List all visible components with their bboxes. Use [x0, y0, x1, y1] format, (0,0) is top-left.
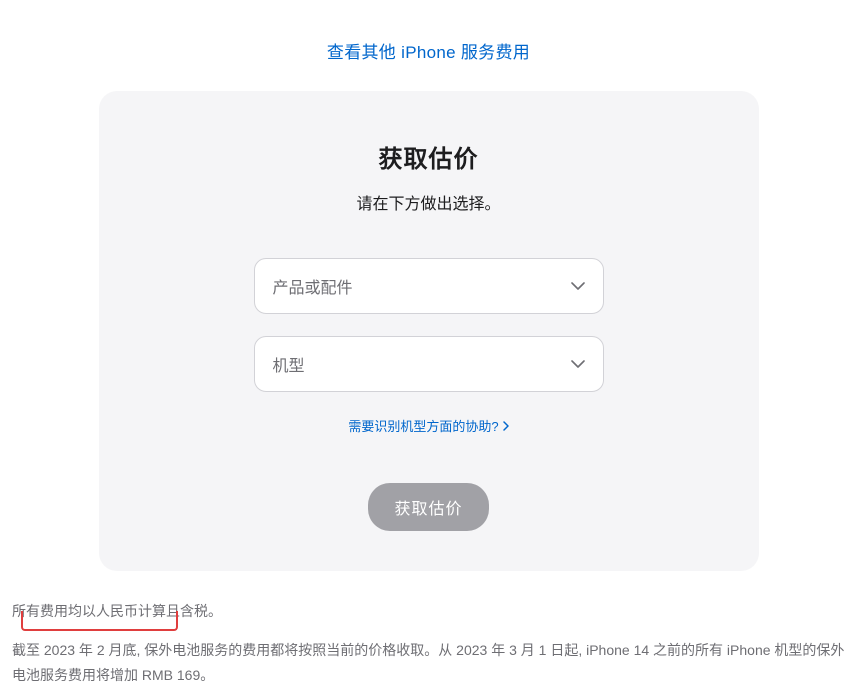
chevron-down-icon	[571, 279, 585, 293]
estimate-card: 获取估价 请在下方做出选择。 产品或配件 机型 需要识别机型方面的协助? 获取估…	[99, 91, 759, 571]
chevron-down-icon	[571, 357, 585, 371]
identify-model-help-link[interactable]: 需要识别机型方面的协助?	[348, 416, 508, 435]
footer-line-2: 截至 2023 年 2 月底, 保外电池服务的费用都将按照当前的价格收取。从 2…	[12, 638, 845, 688]
product-select-placeholder: 产品或配件	[273, 274, 353, 298]
model-select[interactable]: 机型	[254, 336, 604, 392]
chevron-right-icon	[503, 421, 509, 431]
model-select-placeholder: 机型	[273, 352, 305, 376]
other-service-fees-link[interactable]: 查看其他 iPhone 服务费用	[327, 43, 530, 62]
footer-line-1: 所有费用均以人民币计算且含税。	[12, 599, 845, 624]
footer-notes: 所有费用均以人民币计算且含税。 截至 2023 年 2 月底, 保外电池服务的费…	[0, 571, 857, 689]
card-title: 获取估价	[139, 139, 719, 174]
help-link-label: 需要识别机型方面的协助?	[348, 416, 498, 435]
card-subtitle: 请在下方做出选择。	[139, 190, 719, 214]
price-increase-highlight: 费用将增加 RMB 169。	[68, 667, 214, 683]
product-select[interactable]: 产品或配件	[254, 258, 604, 314]
get-estimate-button[interactable]: 获取估价	[368, 483, 488, 531]
